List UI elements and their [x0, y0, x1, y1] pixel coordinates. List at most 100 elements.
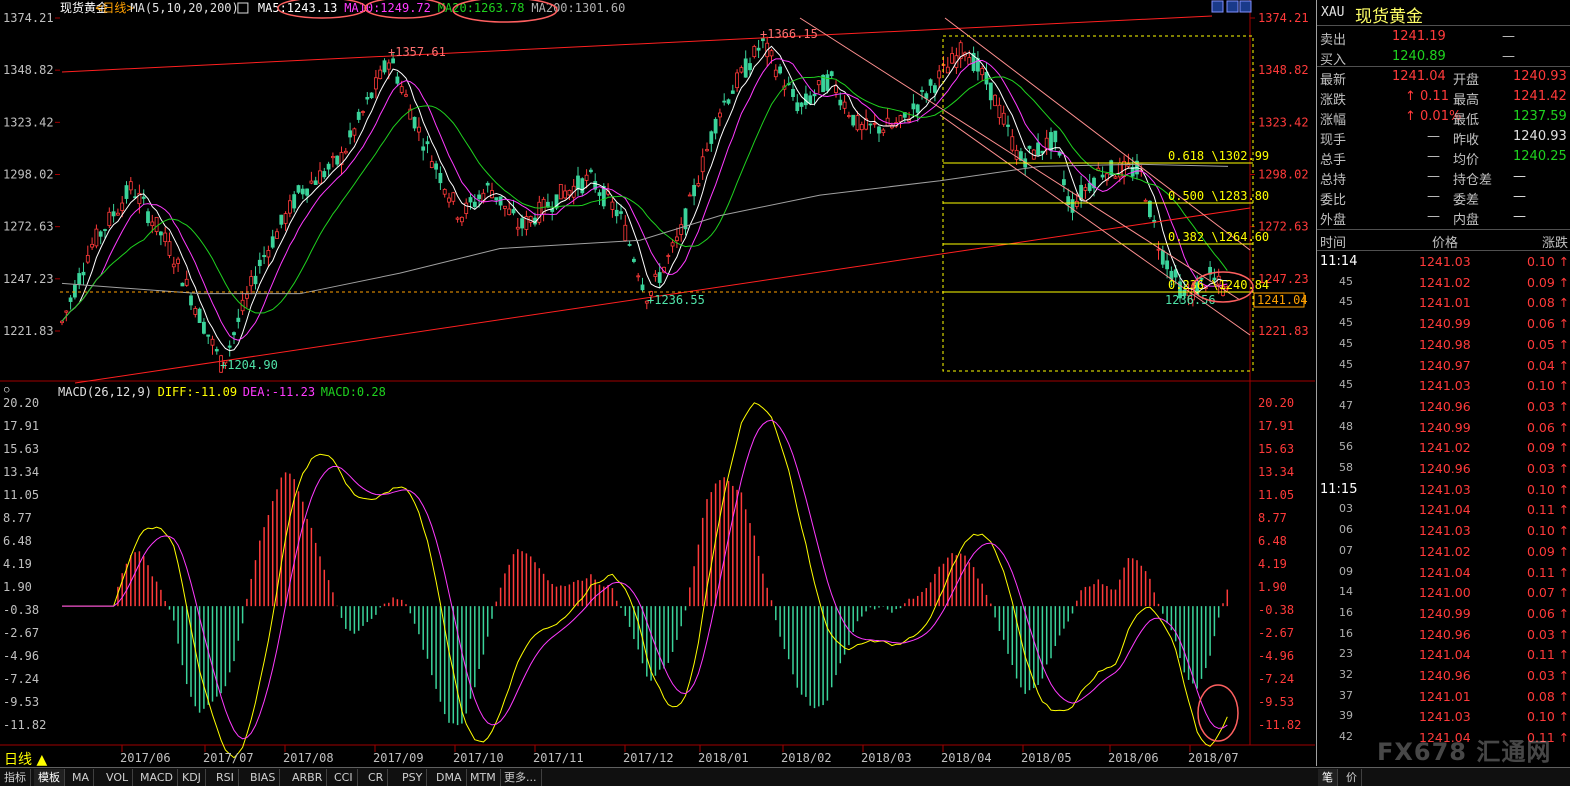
tick-time: 42 — [1339, 730, 1353, 744]
candle — [90, 243, 94, 248]
candle — [81, 271, 86, 276]
kline-chart-area[interactable]: 现货黄金 <日线> MA(5,10,20,200) MA5:1243.13 MA10:1… — [0, 0, 1315, 768]
indicator-tab-8[interactable]: ARBR — [288, 769, 328, 786]
tick-price: 1240.96 — [1419, 668, 1471, 683]
indicator-tab-1[interactable]: 模板 — [34, 769, 65, 786]
ticks-time-header: 时间 — [1320, 236, 1347, 251]
candle — [154, 216, 159, 232]
candle — [915, 104, 920, 113]
quote-name: 现货黄金 — [1355, 7, 1423, 27]
candle — [150, 221, 155, 227]
candle — [348, 130, 353, 138]
macd-axis-right-label: 6.48 — [1258, 534, 1287, 548]
macd-axis-left-label: 8.77 — [3, 511, 32, 525]
stat-label: 最低 — [1453, 113, 1480, 128]
candle — [120, 202, 125, 211]
candle — [825, 74, 830, 91]
candle — [657, 272, 662, 283]
candle — [318, 170, 322, 184]
indicator-tab-6[interactable]: RSI — [212, 769, 239, 786]
candle — [210, 338, 215, 346]
stat-value: — — [1513, 169, 1526, 184]
candle — [124, 185, 129, 199]
stat-label: 昨收 — [1453, 133, 1480, 148]
candle — [730, 90, 735, 94]
indicator-tab-13[interactable]: MTM — [466, 769, 501, 786]
tick-time: 45 — [1339, 357, 1353, 371]
macd-axis-left-label: -7.24 — [3, 672, 39, 686]
candle — [1156, 248, 1161, 251]
indicator-tab-14[interactable]: 更多... — [500, 769, 542, 786]
candle — [236, 317, 241, 322]
stat-label: 开盘 — [1453, 73, 1480, 88]
header-ma5: MA5:1243.13 — [258, 1, 337, 15]
month-label: 2018/03 — [861, 751, 912, 765]
candle — [675, 236, 679, 241]
candle — [322, 171, 327, 178]
price-axis-left-label: 1221.83 — [3, 324, 54, 338]
candle — [176, 258, 181, 264]
tick-price: 1240.99 — [1419, 316, 1471, 332]
month-label: 2017/12 — [623, 751, 674, 765]
tick-time: 23 — [1339, 647, 1353, 661]
candle — [696, 183, 701, 187]
candle — [404, 94, 408, 97]
tick-price: 1240.99 — [1419, 605, 1471, 621]
header-ma20: MA20:1263.78 — [438, 1, 525, 15]
tick-change: 0.10 ↑ — [1527, 378, 1570, 394]
side-tab-0[interactable]: 笔 — [1318, 769, 1338, 786]
indicator-tab-9[interactable]: CCI — [330, 769, 358, 786]
tick-change: 0.03 ↑ — [1527, 398, 1570, 414]
candle — [330, 156, 335, 159]
candle — [735, 72, 739, 89]
candle — [494, 197, 499, 201]
candle — [679, 224, 684, 235]
indicator-tab-10[interactable]: CR — [364, 769, 389, 786]
tick-time: 58 — [1339, 461, 1353, 474]
candle — [416, 126, 421, 133]
stat-label: 涨跌 — [1320, 93, 1347, 108]
indicator-tab-7[interactable]: BIAS — [246, 769, 281, 786]
month-label: 2018/05 — [1021, 751, 1072, 765]
indicator-tab-0[interactable]: 指标 — [0, 769, 31, 786]
indicator-tab-11[interactable]: PSY — [398, 769, 428, 786]
stat-value: ↑ 0.11 — [1405, 89, 1449, 104]
sell-label: 卖出 — [1320, 33, 1347, 48]
indicator-tab-3[interactable]: VOL — [102, 769, 134, 786]
candle — [279, 214, 284, 225]
candle — [1036, 142, 1040, 156]
candle — [773, 69, 778, 78]
macd-axis-right-label: 11.05 — [1258, 488, 1294, 502]
candle — [425, 141, 430, 145]
tick-change: 0.09 ↑ — [1527, 543, 1570, 559]
candle — [722, 100, 727, 103]
chart-canvas[interactable]: 现货黄金<日线>MA(5,10,20,200) MA5:1243.13 MA10:1… — [0, 0, 1315, 768]
indicator-tab-4[interactable]: MACD — [136, 769, 178, 786]
stat-value: — — [1427, 209, 1440, 224]
price-annotation-low: +1236.55 — [647, 293, 705, 307]
candle — [485, 182, 490, 186]
candle — [997, 104, 1002, 118]
tick-time: 07 — [1339, 543, 1353, 557]
tick-change: 0.07 ↑ — [1527, 585, 1570, 601]
tick-change: 0.08 ↑ — [1527, 295, 1570, 311]
header-ma_label: MA(5,10,20,200) — [130, 1, 238, 15]
indicator-tab-5[interactable]: KDJ — [178, 769, 206, 786]
side-tab-1[interactable]: 价 — [1342, 769, 1362, 786]
indicator-tab-2[interactable]: MA — [68, 769, 95, 786]
quote-stat-row: 外盘 — 内盘 — — [1317, 207, 1570, 228]
candle — [842, 101, 847, 109]
stat-label: 均价 — [1453, 153, 1480, 168]
macd-axis-left-label: 17.91 — [3, 419, 39, 433]
month-label: 2018/04 — [941, 751, 992, 765]
stat-value: — — [1513, 209, 1526, 224]
candle — [391, 58, 396, 64]
stat-label: 总手 — [1320, 153, 1347, 168]
candle — [378, 69, 383, 80]
tick-row: 11:15 1241.03 0.10 ↑ — [1317, 479, 1570, 500]
candle — [653, 273, 658, 277]
price-axis-right-label: 1298.02 — [1258, 168, 1309, 182]
tick-change: 0.11 ↑ — [1527, 647, 1570, 663]
candle — [614, 209, 619, 217]
indicator-tab-12[interactable]: DMA — [432, 769, 467, 786]
